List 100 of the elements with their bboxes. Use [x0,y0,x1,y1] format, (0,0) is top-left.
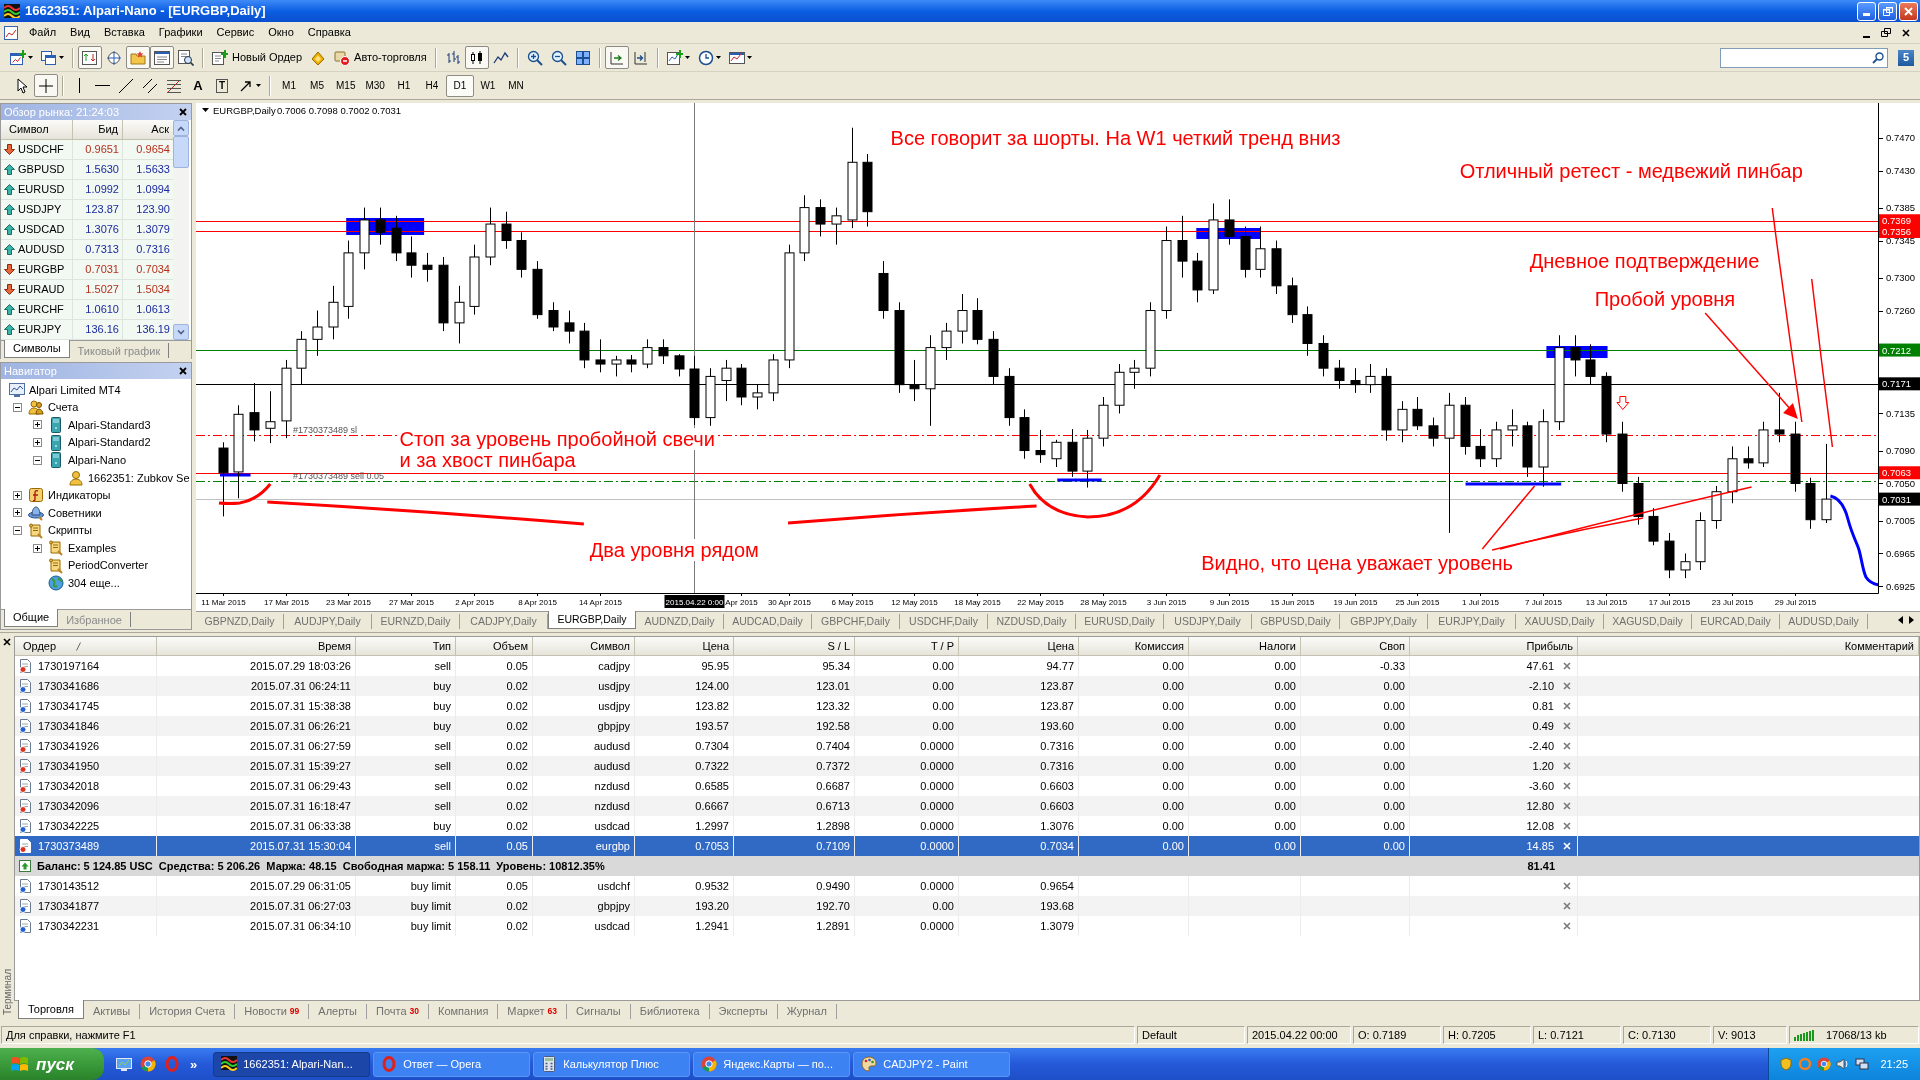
current-price: 0.9654 [1040,878,1074,894]
order-number: 1730341846 [38,718,100,734]
taxes: 0.00 [1274,818,1296,834]
profit: 12.08 [1526,818,1554,834]
take-profit: 0.00 [932,678,954,694]
stop-loss: 0.7404 [816,738,850,754]
take-profit: 0.00 [932,698,954,714]
ask-price: 1.0613 [136,302,170,318]
volume: 0.02 [506,678,528,694]
ref-line-label: 0.7356 [1882,225,1912,237]
taxes: 0.00 [1274,698,1296,714]
open-time: 2015.07.31 15:39:27 [250,758,351,774]
take-profit: 0.0000 [920,798,954,814]
swap: 0.00 [1383,698,1405,714]
profit: 1.20 [1532,758,1554,774]
stop-loss: 192.58 [816,718,850,734]
order-type: buy limit [410,878,451,894]
status-low: L: 0.7121 [1533,1026,1621,1044]
open-time: 2015.07.31 06:29:43 [250,778,351,794]
symbol: gbpjpy [597,898,630,914]
taxes: 0.00 [1274,838,1296,854]
stop-loss: 192.70 [816,898,850,914]
current-price: 193.68 [1040,898,1074,914]
price-label: 0.7135 [1886,407,1916,419]
symbol-name: EURCHF [18,302,64,318]
panel-title: Обзор рынка: 21:24:03 [4,106,120,118]
stop-loss: 123.32 [816,698,850,714]
current-price: 0.6603 [1040,778,1074,794]
volume: 0.05 [506,658,528,674]
account-summary: Баланс: 5 124.85 USC Средства: 5 206.26 Маржа: 48.15 Свободная маржа: 5 158.11 Уровень: 10812.35% [37,858,605,874]
profit: -3.60 [1528,778,1554,794]
commission: 0.00 [1162,698,1184,714]
open-price: 0.6585 [695,778,729,794]
swap: 0.00 [1383,678,1405,694]
bid-price: 0.7313 [85,242,119,258]
price-label: 0.6965 [1886,547,1916,559]
profit: 12.80 [1526,798,1554,814]
bid-price: 1.5027 [85,282,119,298]
symbol-name: GBPUSD [18,162,65,178]
order-number: 1730197164 [38,658,100,674]
ref-line-label: 0.7031 [1882,493,1912,505]
date-label: 30 Apr 2015 [767,598,812,607]
symbol: nzdusd [594,778,630,794]
order-number: 1730341877 [38,898,100,914]
ask-price: 1.3079 [136,222,170,238]
order-type: buy [433,698,451,714]
crosshair-date-tag: 2015.04.22 0:00 [664,595,725,608]
open-price: 0.7053 [695,838,729,854]
volume: 0.02 [506,798,528,814]
order-number: 1730342096 [38,798,100,814]
price-label: 0.7300 [1886,272,1916,284]
price-tag: 0.7031 [1879,492,1920,506]
current-price: 123.87 [1040,698,1074,714]
open-time: 2015.07.31 06:27:59 [250,738,351,754]
date-label: 14 Apr 2015 [578,598,623,607]
volume: 0.02 [506,758,528,774]
current-price: 1.3076 [1040,818,1074,834]
bid-price: 0.9651 [85,142,119,158]
date-label: 7 Jul 2015 [1525,598,1562,607]
stop-loss: 0.6713 [816,798,850,814]
stop-loss: 95.34 [822,658,850,674]
order-number: 1730341950 [38,758,100,774]
price-tag: 0.7063 [1879,466,1920,480]
commission: 0.00 [1162,838,1184,854]
date-label: 13 Jul 2015 [1585,598,1628,607]
date-label: 23 Jul 2015 [1711,598,1754,607]
status-profile: Default [1137,1026,1245,1044]
swap: -0.33 [1379,658,1405,674]
symbol: usdjpy [598,698,630,714]
swap: 0.00 [1383,838,1405,854]
take-profit: 0.00 [932,718,954,734]
open-price: 1.2941 [695,918,729,934]
order-type: buy [433,818,451,834]
open-price: 0.9532 [695,878,729,894]
volume: 0.02 [506,718,528,734]
ref-line-label: 0.7369 [1882,215,1912,227]
status-volume: V: 9013 [1713,1026,1787,1044]
symbol-name: AUDUSD [18,242,65,258]
volume: 0.02 [506,918,528,934]
date-label: 27 Mar 2015 [389,598,434,607]
swap: 0.00 [1383,758,1405,774]
current-price: 123.87 [1040,678,1074,694]
date-label: 15 Jun 2015 [1270,598,1315,607]
date-label: 29 Jul 2015 [1774,598,1817,607]
volume: 0.05 [506,878,528,894]
symbol: usdjpy [598,678,630,694]
swap: 0.00 [1383,718,1405,734]
commission: 0.00 [1162,658,1184,674]
current-price: 0.6603 [1040,798,1074,814]
ask-price: 123.90 [136,202,170,218]
ask-price: 0.7034 [136,262,170,278]
symbol-name: EURJPY [18,322,62,338]
panel-title: Терминал [0,968,14,1015]
open-time: 2015.07.29 18:03:26 [250,658,351,674]
take-profit: 0.00 [932,658,954,674]
open-price: 95.95 [701,658,729,674]
date-label: 3 Jun 2015 [1146,598,1187,607]
commission: 0.00 [1162,738,1184,754]
commission: 0.00 [1162,678,1184,694]
ref-line-label: 0.7212 [1882,344,1912,356]
